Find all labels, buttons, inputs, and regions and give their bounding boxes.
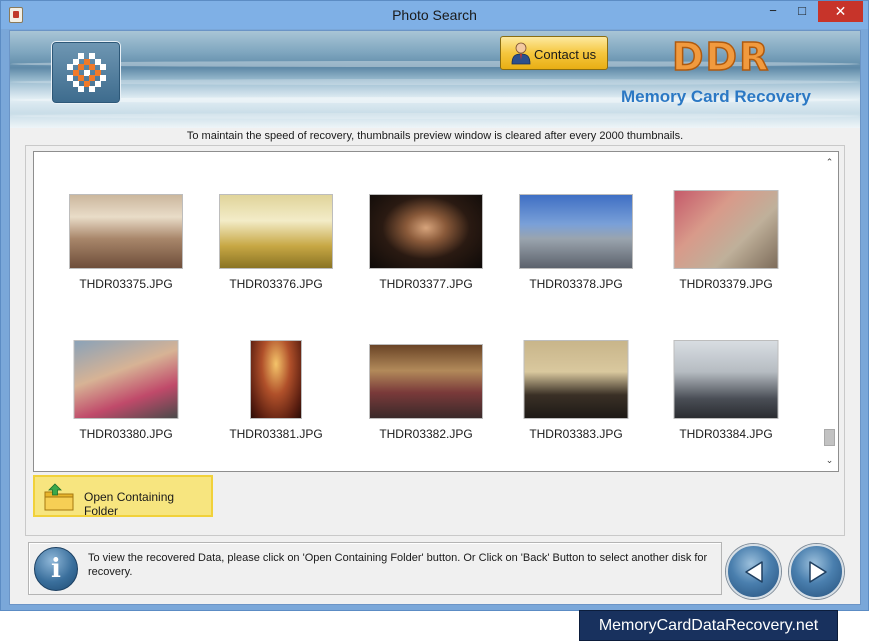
person-icon bbox=[511, 42, 531, 65]
arrow-right-icon bbox=[809, 561, 827, 583]
maximize-button[interactable]: □ bbox=[789, 1, 815, 22]
thumbnail-item[interactable]: THDR03381.JPG bbox=[206, 333, 346, 443]
next-button[interactable] bbox=[789, 544, 844, 599]
logo-dot bbox=[100, 75, 106, 81]
header-banner: Contact us DDR Memory Card Recovery bbox=[10, 31, 860, 128]
photo-city-icon[interactable] bbox=[519, 194, 633, 269]
thumbnail-label: THDR03377.JPG bbox=[379, 277, 473, 291]
banner-wave bbox=[10, 79, 860, 85]
thumbnail-label: THDR03378.JPG bbox=[529, 277, 623, 291]
logo-dot bbox=[94, 80, 101, 87]
thumbnail-item[interactable]: THDR03382.JPG bbox=[356, 333, 496, 443]
thumbnail-item[interactable]: THDR03377.JPG bbox=[356, 183, 496, 293]
close-button[interactable]: ✕ bbox=[818, 1, 863, 22]
banner-wave bbox=[10, 113, 860, 119]
minimize-button[interactable]: − bbox=[759, 1, 787, 22]
thumbnail-label: THDR03382.JPG bbox=[379, 427, 473, 441]
open-containing-folder-label: Open Containing Folder bbox=[84, 490, 175, 518]
thumbnail-item[interactable]: THDR03375.JPG bbox=[56, 183, 196, 293]
thumbnail-item[interactable]: THDR03384.JPG bbox=[656, 333, 796, 443]
photo-office-icon[interactable] bbox=[673, 340, 779, 419]
thumbnail-label: THDR03380.JPG bbox=[79, 427, 173, 441]
client-area: Contact us DDR Memory Card Recovery To m… bbox=[9, 30, 861, 605]
contact-us-button[interactable]: Contact us bbox=[500, 36, 608, 70]
thumbnail-label: THDR03375.JPG bbox=[79, 277, 173, 291]
logo bbox=[51, 41, 121, 104]
scroll-thumb[interactable] bbox=[824, 429, 835, 446]
app-window: Photo Search − □ ✕ Contact us DDR Memory… bbox=[0, 0, 869, 611]
photo-portrait-icon[interactable] bbox=[369, 194, 483, 269]
photo-hall-icon[interactable] bbox=[219, 194, 333, 269]
scroll-down-icon[interactable]: ⌄ bbox=[821, 454, 838, 466]
thumbnail-label: THDR03383.JPG bbox=[529, 427, 623, 441]
info-glyph: i bbox=[51, 554, 61, 584]
thumbnail-item[interactable]: THDR03383.JPG bbox=[506, 333, 646, 443]
arrow-left-icon bbox=[745, 561, 763, 583]
title-bar[interactable]: Photo Search − □ ✕ bbox=[1, 1, 868, 29]
logo-dot bbox=[100, 64, 106, 70]
thumbnail-preview[interactable]: THDR03375.JPG THDR03376.JPG THDR03377.JPG T… bbox=[33, 151, 839, 472]
info-text: To view the recovered Data, please click… bbox=[88, 552, 708, 578]
back-button[interactable] bbox=[726, 544, 781, 599]
window-title: Photo Search bbox=[392, 7, 477, 23]
folder-up-icon bbox=[44, 483, 74, 511]
thumbnail-item[interactable]: THDR03376.JPG bbox=[206, 183, 346, 293]
thumbnail-item[interactable]: THDR03380.JPG bbox=[56, 333, 196, 443]
preview-panel: THDR03375.JPG THDR03376.JPG THDR03377.JPG T… bbox=[25, 145, 845, 536]
thumbnail-label: THDR03376.JPG bbox=[229, 277, 323, 291]
contact-us-label: Contact us bbox=[534, 47, 597, 62]
photo-group-icon[interactable] bbox=[523, 340, 629, 419]
photo-interior-icon[interactable] bbox=[69, 194, 183, 269]
thumbnail-label: THDR03381.JPG bbox=[229, 427, 323, 441]
thumbnail-item[interactable]: THDR03378.JPG bbox=[506, 183, 646, 293]
vertical-scrollbar[interactable]: ⌃ ⌄ bbox=[821, 152, 838, 471]
thumbnail-item[interactable]: THDR03379.JPG bbox=[656, 183, 796, 293]
notice-text: To maintain the speed of recovery, thumb… bbox=[186, 130, 684, 142]
scroll-up-icon[interactable]: ⌃ bbox=[821, 156, 838, 168]
info-panel: i To view the recovered Data, please cli… bbox=[28, 542, 722, 595]
thumbnail-label: THDR03379.JPG bbox=[679, 277, 773, 291]
website-url: MemoryCardDataRecovery.net bbox=[598, 617, 819, 634]
info-icon: i bbox=[34, 547, 78, 591]
photo-dance-icon[interactable] bbox=[369, 344, 483, 419]
photo-people-icon[interactable] bbox=[73, 340, 179, 419]
photo-ballroom-icon[interactable] bbox=[250, 340, 302, 419]
brand-logo-text: DDR bbox=[671, 34, 771, 80]
product-name: Memory Card Recovery bbox=[621, 87, 811, 106]
checker-logo-icon bbox=[67, 53, 107, 93]
website-banner[interactable]: MemoryCardDataRecovery.net bbox=[579, 610, 838, 641]
photo-street-icon[interactable] bbox=[673, 190, 779, 269]
logo-dot bbox=[78, 86, 84, 92]
thumbnail-label: THDR03384.JPG bbox=[679, 427, 773, 441]
logo-dot bbox=[89, 86, 95, 92]
open-containing-folder-button[interactable]: Open Containing Folder bbox=[33, 475, 213, 518]
